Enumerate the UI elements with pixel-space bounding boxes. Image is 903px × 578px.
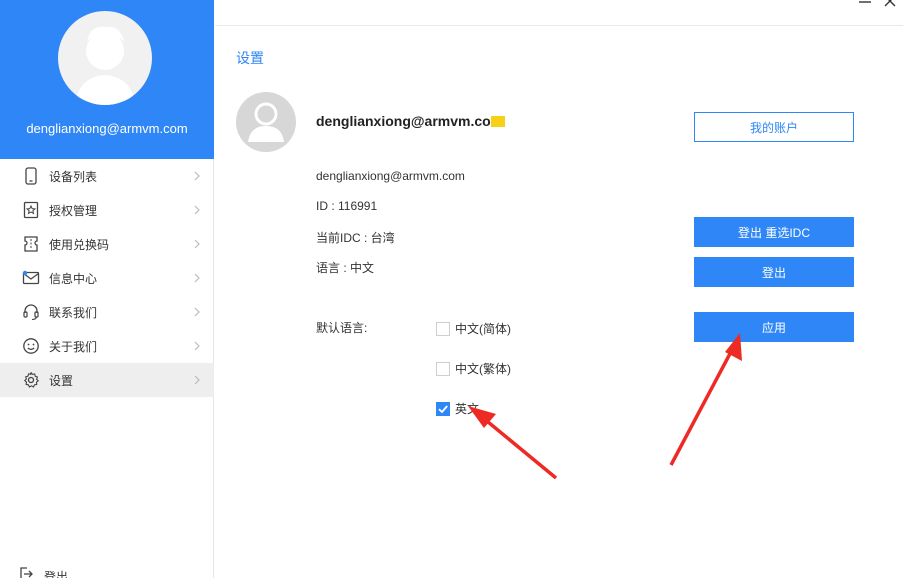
close-icon[interactable] [882,0,900,10]
profile-avatar[interactable] [58,11,152,105]
user-name-text: denglianxiong@armvm.co [316,113,491,129]
chevron-right-icon [194,171,200,181]
sidebar-item-label: 设备列表 [49,169,98,184]
current-idc: 当前IDC : 台湾 [316,231,395,245]
profile-email: denglianxiong@armvm.com [26,121,188,136]
sidebar-item-label: 使用兑换码 [49,237,110,252]
sidebar-item-settings[interactable]: 设置 [0,363,214,397]
sidebar-logout[interactable]: 登出 [18,566,68,578]
checkbox-checked[interactable] [436,401,450,416]
sidebar: denglianxiong@armvm.com 设备列表 授权管理 使用兑换码 [0,0,214,578]
language-option-english[interactable]: 英文 [436,400,479,417]
language-option-label: 中文(繁体) [455,362,511,376]
chevron-right-icon [194,205,200,215]
smile-icon [22,337,40,355]
annotation-arrow-to-english [468,406,558,480]
checkbox[interactable] [436,361,450,376]
user-placeholder-icon [248,102,284,142]
current-language: 语言 : 中文 [316,261,375,275]
annotation-arrow-to-apply [669,333,742,466]
sidebar-item-about-us[interactable]: 关于我们 [0,329,214,363]
chevron-right-icon [194,273,200,283]
chevron-right-icon [194,341,200,351]
sidebar-menu: 设备列表 授权管理 使用兑换码 信息中心 联系我们 关于我们 设置 [0,159,214,397]
my-account-button[interactable]: 我的账户 [694,112,854,142]
chevron-right-icon [194,307,200,317]
sidebar-item-message-center[interactable]: 信息中心 [0,261,214,295]
sidebar-item-label: 信息中心 [49,271,98,286]
star-badge-icon [22,201,40,219]
sidebar-item-contact-us[interactable]: 联系我们 [0,295,214,329]
page-title: 设置 [236,50,264,66]
user-email: denglianxiong@armvm.com [316,169,465,183]
sidebar-item-label: 联系我们 [49,305,98,320]
language-option-label: 中文(简体) [455,322,511,336]
user-name: denglianxiong@armvm.co [316,113,505,129]
gear-icon [22,371,40,389]
profile-header: denglianxiong@armvm.com [0,0,214,159]
sidebar-item-redeem-code[interactable]: 使用兑换码 [0,227,214,261]
logout-button[interactable]: 登出 [694,257,854,287]
user-avatar [236,92,296,152]
headset-icon [22,303,40,321]
logout-reselect-idc-button[interactable]: 登出 重选IDC [694,217,854,247]
mail-icon [22,269,40,287]
default-language-label: 默认语言: [316,321,368,335]
avatar-placeholder-icon [75,26,135,105]
sidebar-item-label: 授权管理 [49,203,98,218]
minimize-icon[interactable] [858,0,872,8]
redaction-mark [490,116,505,127]
window-titlebar [215,0,903,26]
checkbox[interactable] [436,321,450,336]
language-option-label: 英文 [455,402,480,416]
language-option-simplified[interactable]: 中文(简体) [436,320,511,337]
language-option-traditional[interactable]: 中文(繁体) [436,360,511,377]
sidebar-logout-label: 登出 [44,570,69,578]
sidebar-item-authorization[interactable]: 授权管理 [0,193,214,227]
phone-icon [22,167,40,185]
sidebar-item-label: 设置 [49,373,74,388]
sidebar-item-device-list[interactable]: 设备列表 [0,159,214,193]
sidebar-item-label: 关于我们 [49,339,98,354]
chevron-right-icon [194,375,200,385]
apply-button[interactable]: 应用 [694,312,854,342]
chevron-right-icon [194,239,200,249]
checkmark-icon [438,404,448,413]
ticket-icon [22,235,40,253]
user-id: ID : 116991 [316,199,378,213]
logout-icon [18,566,34,578]
